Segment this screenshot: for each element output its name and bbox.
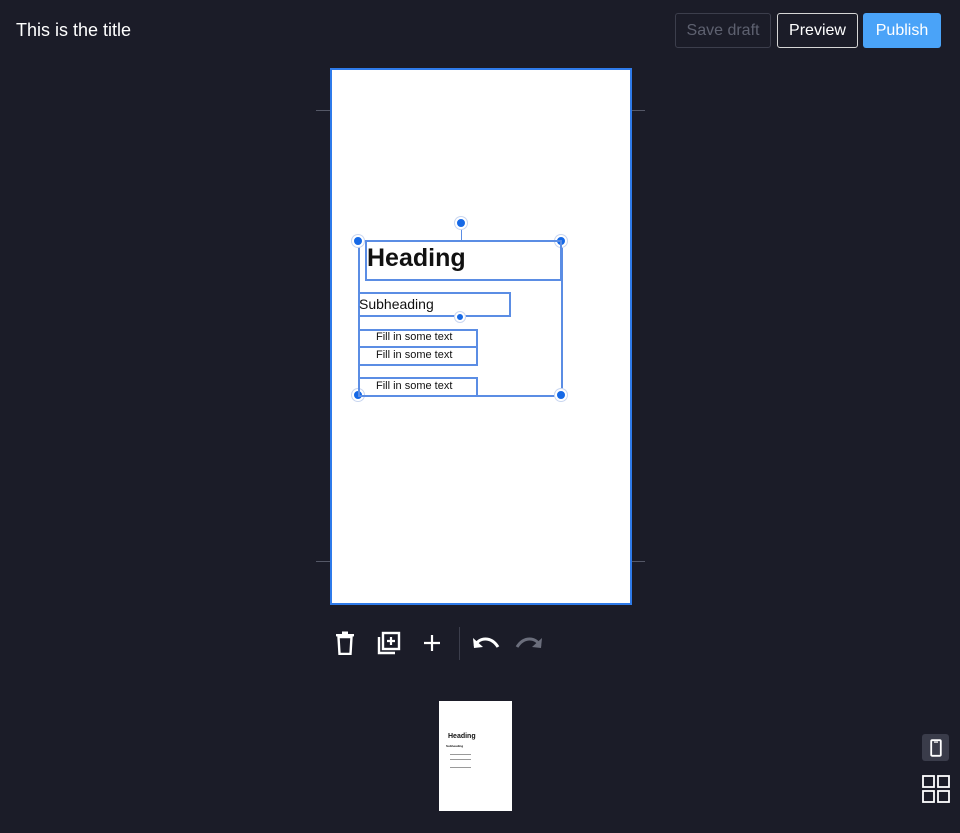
page-thumbnail[interactable]: Heading Subheading bbox=[439, 701, 512, 811]
text-element-label: Fill in some text bbox=[376, 331, 453, 343]
thumbnail-heading: Heading bbox=[448, 733, 476, 740]
resize-handle-top-left[interactable] bbox=[352, 235, 364, 247]
save-draft-button[interactable]: Save draft bbox=[675, 13, 771, 48]
toolbar-divider bbox=[459, 627, 460, 660]
thumbnail-text-line bbox=[450, 754, 471, 755]
rotation-handle[interactable] bbox=[455, 217, 467, 229]
safe-zone-guide-bottom-right bbox=[631, 561, 645, 562]
thumbnail-text-line bbox=[450, 759, 471, 760]
heading-text: Heading bbox=[367, 244, 466, 272]
grid-icon bbox=[921, 775, 950, 803]
redo-icon[interactable] bbox=[514, 629, 544, 657]
publish-button[interactable]: Publish bbox=[863, 13, 941, 48]
grid-view-button[interactable] bbox=[920, 774, 951, 804]
thumbnail-subheading: Subheading bbox=[446, 744, 464, 748]
phone-icon bbox=[929, 738, 942, 757]
safe-zone-guide-top-right bbox=[631, 110, 645, 111]
text-element-label: Fill in some text bbox=[376, 349, 453, 361]
preview-button[interactable]: Preview bbox=[777, 13, 858, 48]
text-element-label: Fill in some text bbox=[376, 380, 453, 392]
safe-zone-guide-bottom-left bbox=[316, 561, 330, 562]
delete-icon[interactable] bbox=[331, 629, 359, 657]
add-icon[interactable] bbox=[418, 629, 446, 657]
thumbnail-view-button[interactable] bbox=[922, 734, 949, 761]
duplicate-page-icon[interactable] bbox=[375, 629, 403, 657]
subheading-text: Subheading bbox=[359, 296, 434, 312]
undo-icon[interactable] bbox=[471, 629, 501, 657]
page-title: This is the title bbox=[16, 20, 132, 40]
resize-handle-bottom-right[interactable] bbox=[555, 389, 567, 401]
subheading-handle[interactable] bbox=[455, 312, 465, 322]
thumbnail-text-line bbox=[450, 767, 471, 768]
safe-zone-guide-top-left bbox=[316, 110, 330, 111]
story-page-canvas[interactable]: Heading Subheading Fill in some text Fil… bbox=[330, 68, 632, 605]
